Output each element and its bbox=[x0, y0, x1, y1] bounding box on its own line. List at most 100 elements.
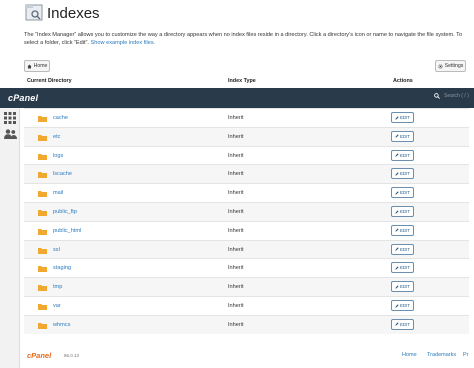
index-folder-icon bbox=[25, 4, 43, 21]
directory-link[interactable]: var bbox=[53, 303, 61, 309]
page-title: Indexes bbox=[47, 5, 100, 22]
table-row: lscache Inherit EDIT bbox=[24, 164, 469, 184]
directory-link[interactable]: public_html bbox=[53, 228, 81, 234]
home-button-label: Home bbox=[33, 63, 48, 69]
pencil-icon bbox=[395, 322, 399, 326]
gear-icon bbox=[438, 63, 443, 69]
pencil-icon bbox=[395, 228, 399, 232]
edit-button[interactable]: EDIT bbox=[391, 130, 414, 142]
pencil-icon bbox=[395, 153, 399, 157]
edit-button-label: EDIT bbox=[399, 321, 410, 327]
folder-icon[interactable] bbox=[38, 228, 47, 235]
folder-icon[interactable] bbox=[38, 247, 47, 254]
edit-button-label: EDIT bbox=[399, 227, 410, 233]
page-description: The “Index Manager” allows you to custom… bbox=[24, 31, 469, 47]
edit-button[interactable]: EDIT bbox=[391, 262, 414, 274]
index-type-value: Inherit bbox=[228, 284, 244, 291]
table-row: staging Inherit EDIT bbox=[24, 258, 469, 277]
footer-trademarks-link[interactable]: Trademarks bbox=[427, 352, 456, 358]
folder-icon[interactable] bbox=[38, 171, 47, 179]
table-row: ssl Inherit EDIT bbox=[24, 239, 469, 259]
pencil-icon bbox=[395, 303, 399, 308]
folder-icon[interactable] bbox=[38, 322, 47, 329]
folder-icon[interactable] bbox=[38, 303, 47, 310]
footer-home-link[interactable]: Home bbox=[402, 352, 417, 358]
edit-button-label: EDIT bbox=[399, 115, 410, 120]
left-rail bbox=[0, 108, 20, 368]
column-header-actions: Actions bbox=[393, 78, 413, 84]
folder-icon[interactable] bbox=[38, 265, 47, 273]
grid-icon[interactable] bbox=[4, 112, 16, 124]
pencil-icon bbox=[395, 134, 399, 138]
directory-link[interactable]: tmp bbox=[53, 284, 62, 290]
table-row: public_html Inherit EDIT bbox=[24, 220, 469, 240]
index-type-value: Inherit bbox=[228, 133, 244, 140]
edit-button-label: EDIT bbox=[399, 171, 410, 177]
pencil-icon bbox=[395, 247, 399, 251]
pencil-icon bbox=[395, 191, 399, 195]
home-button[interactable]: Home bbox=[24, 60, 50, 72]
home-icon bbox=[27, 64, 32, 68]
column-header-index-type: Index Type bbox=[228, 78, 256, 84]
edit-button-label: EDIT bbox=[399, 209, 410, 214]
search-icon bbox=[434, 93, 440, 99]
edit-button[interactable]: EDIT bbox=[391, 281, 414, 293]
directory-link[interactable]: lscache bbox=[53, 171, 72, 177]
index-type-value: Inherit bbox=[228, 303, 244, 309]
directory-link[interactable]: staging bbox=[53, 265, 71, 271]
edit-button-label: EDIT bbox=[399, 303, 410, 308]
edit-button[interactable]: EDIT bbox=[391, 149, 414, 161]
directory-link[interactable]: cache bbox=[53, 115, 68, 121]
column-header-directory[interactable]: Current Directory bbox=[27, 78, 72, 84]
cpanel-logo[interactable]: cPanel bbox=[8, 93, 38, 103]
edit-button[interactable]: EDIT bbox=[391, 168, 414, 180]
index-type-value: Inherit bbox=[228, 209, 244, 215]
table-row: mail Inherit EDIT bbox=[24, 183, 469, 202]
directory-link[interactable]: ssl bbox=[53, 247, 60, 253]
edit-button[interactable]: EDIT bbox=[391, 300, 414, 311]
footer-cpanel-logo[interactable]: cPanel bbox=[27, 351, 51, 360]
pencil-icon bbox=[395, 266, 399, 270]
directory-link[interactable]: mail bbox=[53, 190, 63, 196]
edit-button[interactable]: EDIT bbox=[391, 243, 414, 255]
table-row: cache Inherit EDIT bbox=[24, 108, 469, 127]
folder-icon[interactable] bbox=[38, 153, 47, 160]
index-type-value: Inherit bbox=[228, 246, 244, 253]
pencil-icon bbox=[395, 285, 399, 289]
edit-button[interactable]: EDIT bbox=[391, 224, 414, 236]
search-box[interactable]: Search ( / ) bbox=[434, 93, 469, 99]
index-type-value: Inherit bbox=[228, 152, 244, 159]
table-row: tmp Inherit EDIT bbox=[24, 277, 469, 297]
pencil-icon bbox=[395, 172, 399, 176]
edit-button[interactable]: EDIT bbox=[391, 318, 414, 330]
edit-button-label: EDIT bbox=[399, 265, 410, 271]
folder-icon[interactable] bbox=[38, 115, 47, 122]
example-index-link[interactable]: Show example index files. bbox=[91, 40, 156, 46]
edit-button[interactable]: EDIT bbox=[391, 206, 414, 217]
directory-link[interactable]: etc bbox=[53, 134, 60, 140]
directory-link[interactable]: public_ftp bbox=[53, 209, 77, 215]
edit-button-label: EDIT bbox=[399, 152, 410, 158]
folder-icon[interactable] bbox=[38, 190, 47, 198]
table-row: etc Inherit EDIT bbox=[24, 126, 469, 146]
pencil-icon bbox=[395, 115, 399, 120]
users-icon[interactable] bbox=[4, 129, 17, 139]
search-input[interactable]: Search ( / ) bbox=[444, 93, 469, 99]
settings-button[interactable]: Settings bbox=[435, 60, 466, 72]
footer-version: 86.0.13 bbox=[64, 353, 80, 358]
folder-icon[interactable] bbox=[38, 209, 47, 216]
edit-button[interactable]: EDIT bbox=[391, 187, 414, 199]
index-type-value: Inherit bbox=[228, 265, 244, 272]
index-type-value: Inherit bbox=[228, 171, 244, 178]
index-type-value: Inherit bbox=[228, 321, 244, 328]
edit-button[interactable]: EDIT bbox=[391, 112, 414, 123]
folder-icon[interactable] bbox=[38, 284, 47, 292]
table-row: var Inherit EDIT bbox=[24, 296, 469, 315]
index-type-value: Inherit bbox=[228, 190, 244, 197]
index-type-value: Inherit bbox=[228, 115, 244, 121]
directory-link[interactable]: logs bbox=[53, 153, 63, 159]
folder-icon[interactable] bbox=[38, 134, 47, 141]
directory-link[interactable]: whmcs bbox=[53, 322, 70, 328]
settings-button-label: Settings bbox=[444, 63, 464, 69]
footer-privacy-link[interactable]: Pr bbox=[463, 352, 469, 358]
